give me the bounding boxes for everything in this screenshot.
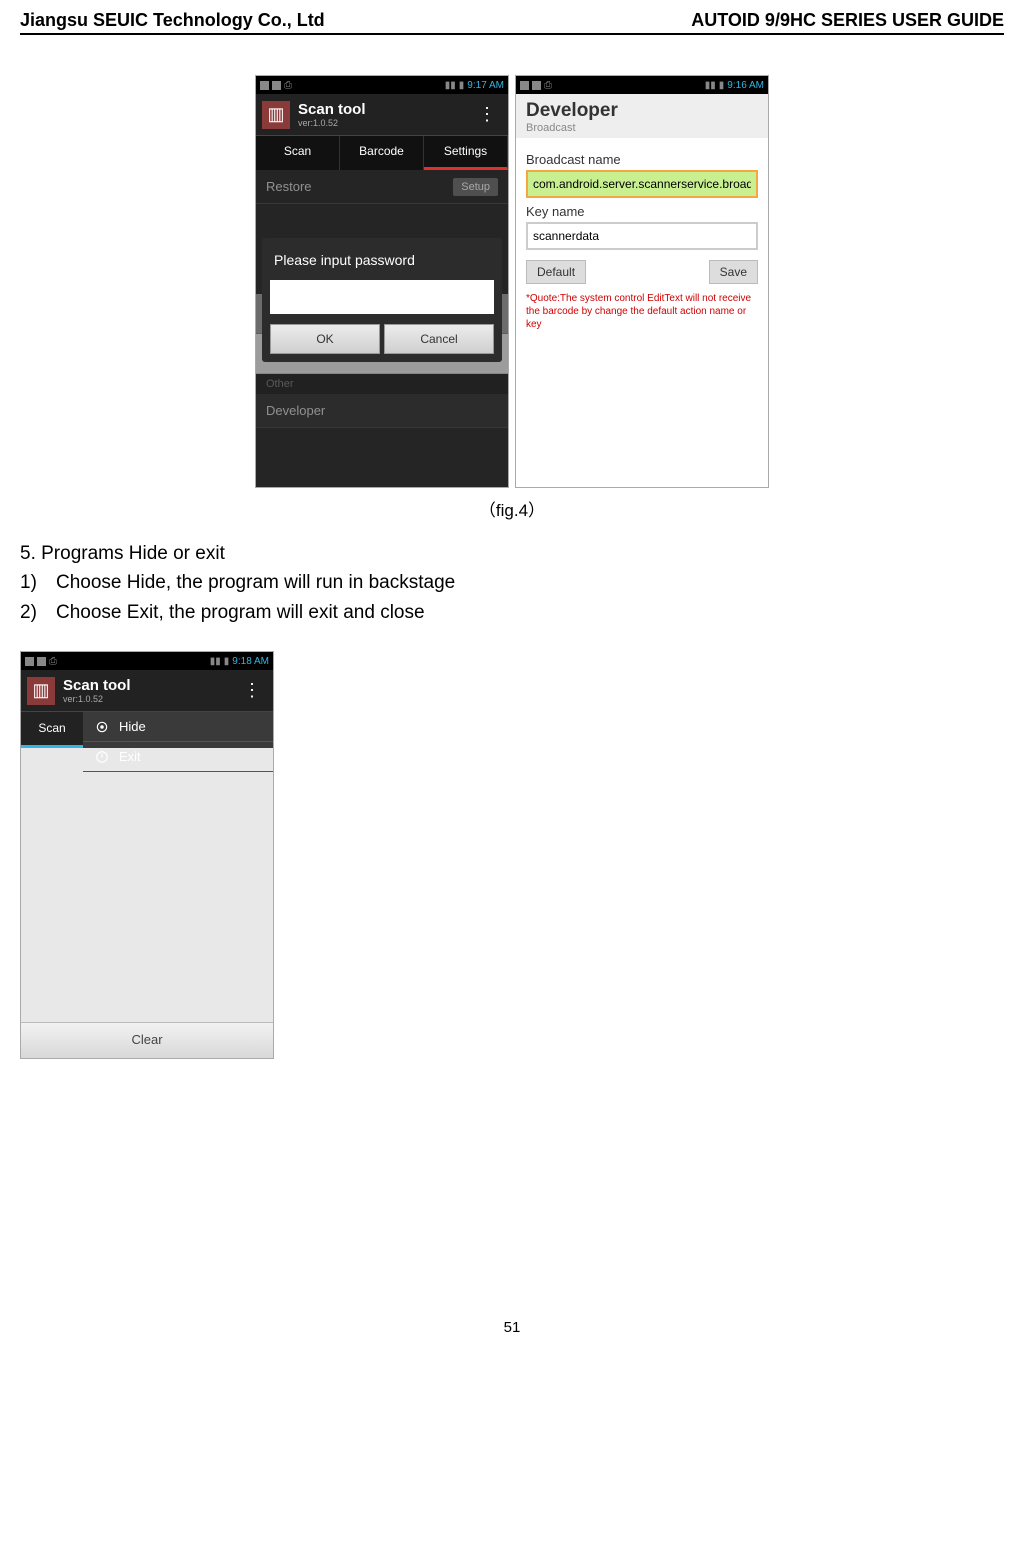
page-header: Jiangsu SEUIC Technology Co., Ltd AUTOID… <box>20 10 1004 35</box>
tab-settings[interactable]: Settings <box>424 136 508 170</box>
list-item-1: 1) Choose Hide, the program will run in … <box>20 568 1004 597</box>
figure-caption: （fig.4） <box>20 496 1004 521</box>
clock: 9:17 AM <box>467 80 504 91</box>
broadcast-input[interactable] <box>526 170 758 198</box>
key-input[interactable] <box>526 222 758 250</box>
dialog-title: Please input password <box>270 246 494 274</box>
menu-hide[interactable]: Hide <box>83 712 273 742</box>
screenshot-scan-tool-password: ⎙ ▮▮ ▮ 9:17 AM ▥ Scan tool ver:1.0.52 ⋮ … <box>255 75 509 488</box>
tab-scan[interactable]: Scan <box>21 712 83 748</box>
overflow-menu-icon[interactable]: ⋮ <box>237 680 267 701</box>
status-bar: ⎙ ▮▮ ▮ 9:18 AM <box>21 652 273 670</box>
list-item-2: 2) Choose Exit, the program will exit an… <box>20 598 1004 627</box>
overflow-menu-icon[interactable]: ⋮ <box>472 104 502 125</box>
key-label: Key name <box>526 204 758 219</box>
menu-exit-label: Exit <box>119 749 141 764</box>
status-icon <box>520 81 529 90</box>
broadcast-label: Broadcast name <box>526 152 758 167</box>
cancel-button[interactable]: Cancel <box>384 324 494 354</box>
menu-exit[interactable]: Exit <box>83 742 273 772</box>
app-version: ver:1.0.52 <box>298 118 464 128</box>
screenshot-developer: ⎙ ▮▮ ▮ 9:16 AM Developer Broadcast Broad… <box>515 75 769 488</box>
list-number: 1) <box>20 568 56 597</box>
status-icon <box>532 81 541 90</box>
developer-title: Developer <box>526 100 758 122</box>
status-icon <box>260 81 269 90</box>
clock: 9:16 AM <box>727 80 764 91</box>
overflow-menu: Hide Exit <box>83 712 273 748</box>
menu-hide-label: Hide <box>119 719 146 734</box>
app-icon: ▥ <box>27 677 55 705</box>
hide-icon <box>95 720 109 734</box>
password-dialog: Please input password OK Cancel <box>262 238 502 362</box>
page-number: 51 <box>20 1319 1004 1336</box>
figure-4: ⎙ ▮▮ ▮ 9:17 AM ▥ Scan tool ver:1.0.52 ⋮ … <box>20 75 1004 488</box>
usb-icon: ⎙ <box>284 80 292 91</box>
clock: 9:18 AM <box>232 656 269 667</box>
default-button[interactable]: Default <box>526 260 586 284</box>
list-number: 2) <box>20 598 56 627</box>
app-title: Scan tool <box>298 101 464 118</box>
usb-icon: ⎙ <box>544 80 552 91</box>
password-input[interactable] <box>270 280 494 314</box>
screenshot-hide-exit: ⎙ ▮▮ ▮ 9:18 AM ▥ Scan tool ver:1.0.52 ⋮ … <box>20 651 274 1059</box>
app-icon: ▥ <box>262 101 290 129</box>
signal-icon: ▮▮ <box>210 656 221 667</box>
header-left: Jiangsu SEUIC Technology Co., Ltd <box>20 10 325 31</box>
developer-header: Developer Broadcast <box>516 94 768 138</box>
title-bar: ▥ Scan tool ver:1.0.52 ⋮ <box>21 670 273 712</box>
list-text: Choose Hide, the program will run in bac… <box>56 568 1004 597</box>
signal-icon: ▮▮ <box>445 80 456 91</box>
status-icon <box>37 657 46 666</box>
status-icon <box>272 81 281 90</box>
list-text: Choose Exit, the program will exit and c… <box>56 598 1004 627</box>
exit-icon <box>95 750 109 764</box>
save-button[interactable]: Save <box>709 260 758 284</box>
tab-scan[interactable]: Scan <box>256 136 340 170</box>
app-version: ver:1.0.52 <box>63 694 229 704</box>
ok-button[interactable]: OK <box>270 324 380 354</box>
signal-icon: ▮▮ <box>705 80 716 91</box>
battery-icon: ▮ <box>719 80 725 91</box>
warning-text: *Quote:The system control EditText will … <box>526 292 758 331</box>
header-right: AUTOID 9/9HC SERIES USER GUIDE <box>691 10 1004 31</box>
clear-button[interactable]: Clear <box>21 1022 273 1058</box>
status-bar: ⎙ ▮▮ ▮ 9:16 AM <box>516 76 768 94</box>
status-icon <box>25 657 34 666</box>
app-title: Scan tool <box>63 677 229 694</box>
status-bar: ⎙ ▮▮ ▮ 9:17 AM <box>256 76 508 94</box>
tab-barcode[interactable]: Barcode <box>340 136 424 170</box>
usb-icon: ⎙ <box>49 656 57 667</box>
battery-icon: ▮ <box>459 80 465 91</box>
battery-icon: ▮ <box>224 656 230 667</box>
developer-subtitle: Broadcast <box>526 122 758 134</box>
title-bar: ▥ Scan tool ver:1.0.52 ⋮ <box>256 94 508 136</box>
section-heading: 5. Programs Hide or exit <box>20 539 1004 568</box>
tab-bar: Scan Barcode Settings <box>256 136 508 170</box>
